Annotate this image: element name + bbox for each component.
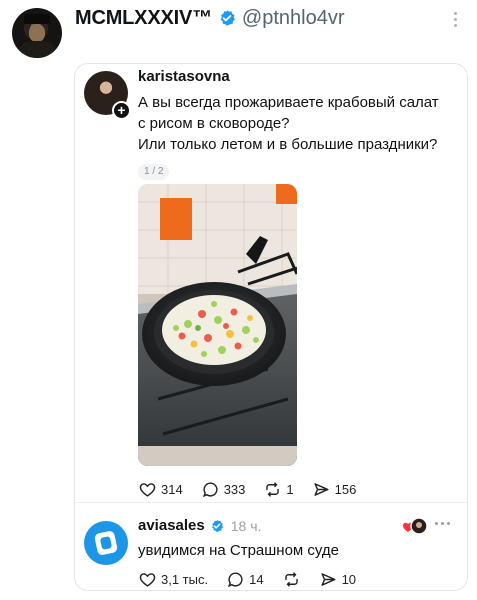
repost-icon <box>266 482 280 497</box>
display-name[interactable]: MCMLXXXIV™ <box>75 7 212 30</box>
carousel-pager: 1 / 2 <box>138 164 170 180</box>
post-actions: 314 333 1 156 <box>138 480 374 499</box>
verified-badge-icon <box>220 10 235 26</box>
reply-count: 14 <box>249 572 264 587</box>
post-author-avatar[interactable]: + <box>84 71 131 120</box>
repost-button[interactable]: 1 <box>263 480 294 499</box>
comment-icon <box>228 572 243 588</box>
like-count: 314 <box>161 482 183 497</box>
avatar-coat <box>19 41 55 58</box>
reply-header: aviasales 18 ч. <box>138 517 261 534</box>
verified-badge-icon <box>211 519 223 532</box>
post-text-line: Или только летом и в большие праздники? <box>138 136 438 153</box>
more-horizontal-icon[interactable] <box>435 522 450 525</box>
more-vertical-icon[interactable] <box>452 12 458 28</box>
reply-button[interactable]: 14 <box>226 570 264 589</box>
post-username[interactable]: karistasovna <box>138 68 230 85</box>
send-icon <box>321 573 336 586</box>
suitcase-logo-icon <box>94 531 118 555</box>
post-text-line: А вы всегда прожариваете крабовый салат <box>138 94 439 111</box>
avatar-face <box>29 24 45 42</box>
like-count: 3,1 тыс. <box>161 572 209 587</box>
repost-icon <box>284 572 298 587</box>
follow-plus-icon[interactable]: + <box>112 101 131 120</box>
share-button[interactable]: 156 <box>312 480 357 499</box>
like-button[interactable]: 3,1 тыс. <box>138 570 208 589</box>
divider <box>75 502 467 503</box>
avatar-icon[interactable] <box>12 8 62 58</box>
share-button[interactable]: 10 <box>319 570 356 589</box>
heart-icon <box>139 573 156 587</box>
comment-icon <box>202 482 218 498</box>
reply-text: увидимся на Страшном суде <box>138 542 339 559</box>
reply-count: 333 <box>223 482 246 497</box>
photo-frying-pan-crab-salad <box>138 184 297 466</box>
reply-timestamp: 18 ч. <box>230 517 262 534</box>
avatar-hat <box>24 14 50 24</box>
embedded-post-card[interactable]: + karistasovna А вы всегда прожариваете … <box>74 63 468 591</box>
like-button[interactable]: 314 <box>138 480 183 499</box>
author-liked-icon <box>402 517 428 535</box>
post-photo[interactable] <box>138 184 297 466</box>
reply-username[interactable]: aviasales <box>138 517 205 534</box>
reply-actions: 3,1 тыс. 14 10 <box>138 570 374 589</box>
post-text-line: с рисом в сковороде? <box>138 115 290 132</box>
repost-count: 1 <box>286 482 294 497</box>
share-count: 156 <box>334 482 357 497</box>
heart-icon <box>139 483 156 497</box>
share-count: 10 <box>341 572 357 587</box>
aviasales-logo-icon[interactable] <box>84 521 128 565</box>
tweet-header: MCMLXXXIV™ @ptnhlo4vr <box>75 4 344 32</box>
send-icon <box>314 483 329 496</box>
reply-button[interactable]: 333 <box>201 480 246 499</box>
repost-button[interactable] <box>282 570 301 589</box>
handle[interactable]: @ptnhlo4vr <box>242 7 345 30</box>
